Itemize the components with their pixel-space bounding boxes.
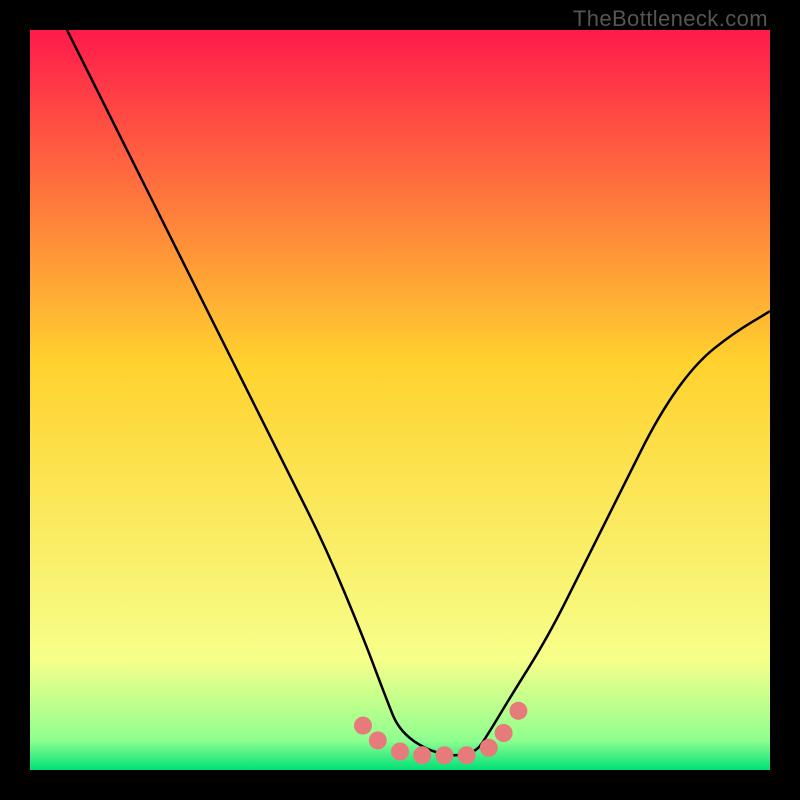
bottleneck-chart <box>30 30 770 770</box>
highlight-dot <box>391 743 409 761</box>
highlight-dot <box>458 746 476 764</box>
highlight-dot <box>480 739 498 757</box>
highlight-dot <box>509 702 527 720</box>
chart-frame: TheBottleneck.com <box>0 0 800 800</box>
plot-area <box>30 30 770 770</box>
highlight-dot <box>369 731 387 749</box>
watermark-text: TheBottleneck.com <box>573 6 768 32</box>
highlight-dot <box>435 746 453 764</box>
highlight-dot <box>495 724 513 742</box>
highlight-dot <box>413 746 431 764</box>
chart-background <box>30 30 770 770</box>
highlight-dot <box>354 717 372 735</box>
